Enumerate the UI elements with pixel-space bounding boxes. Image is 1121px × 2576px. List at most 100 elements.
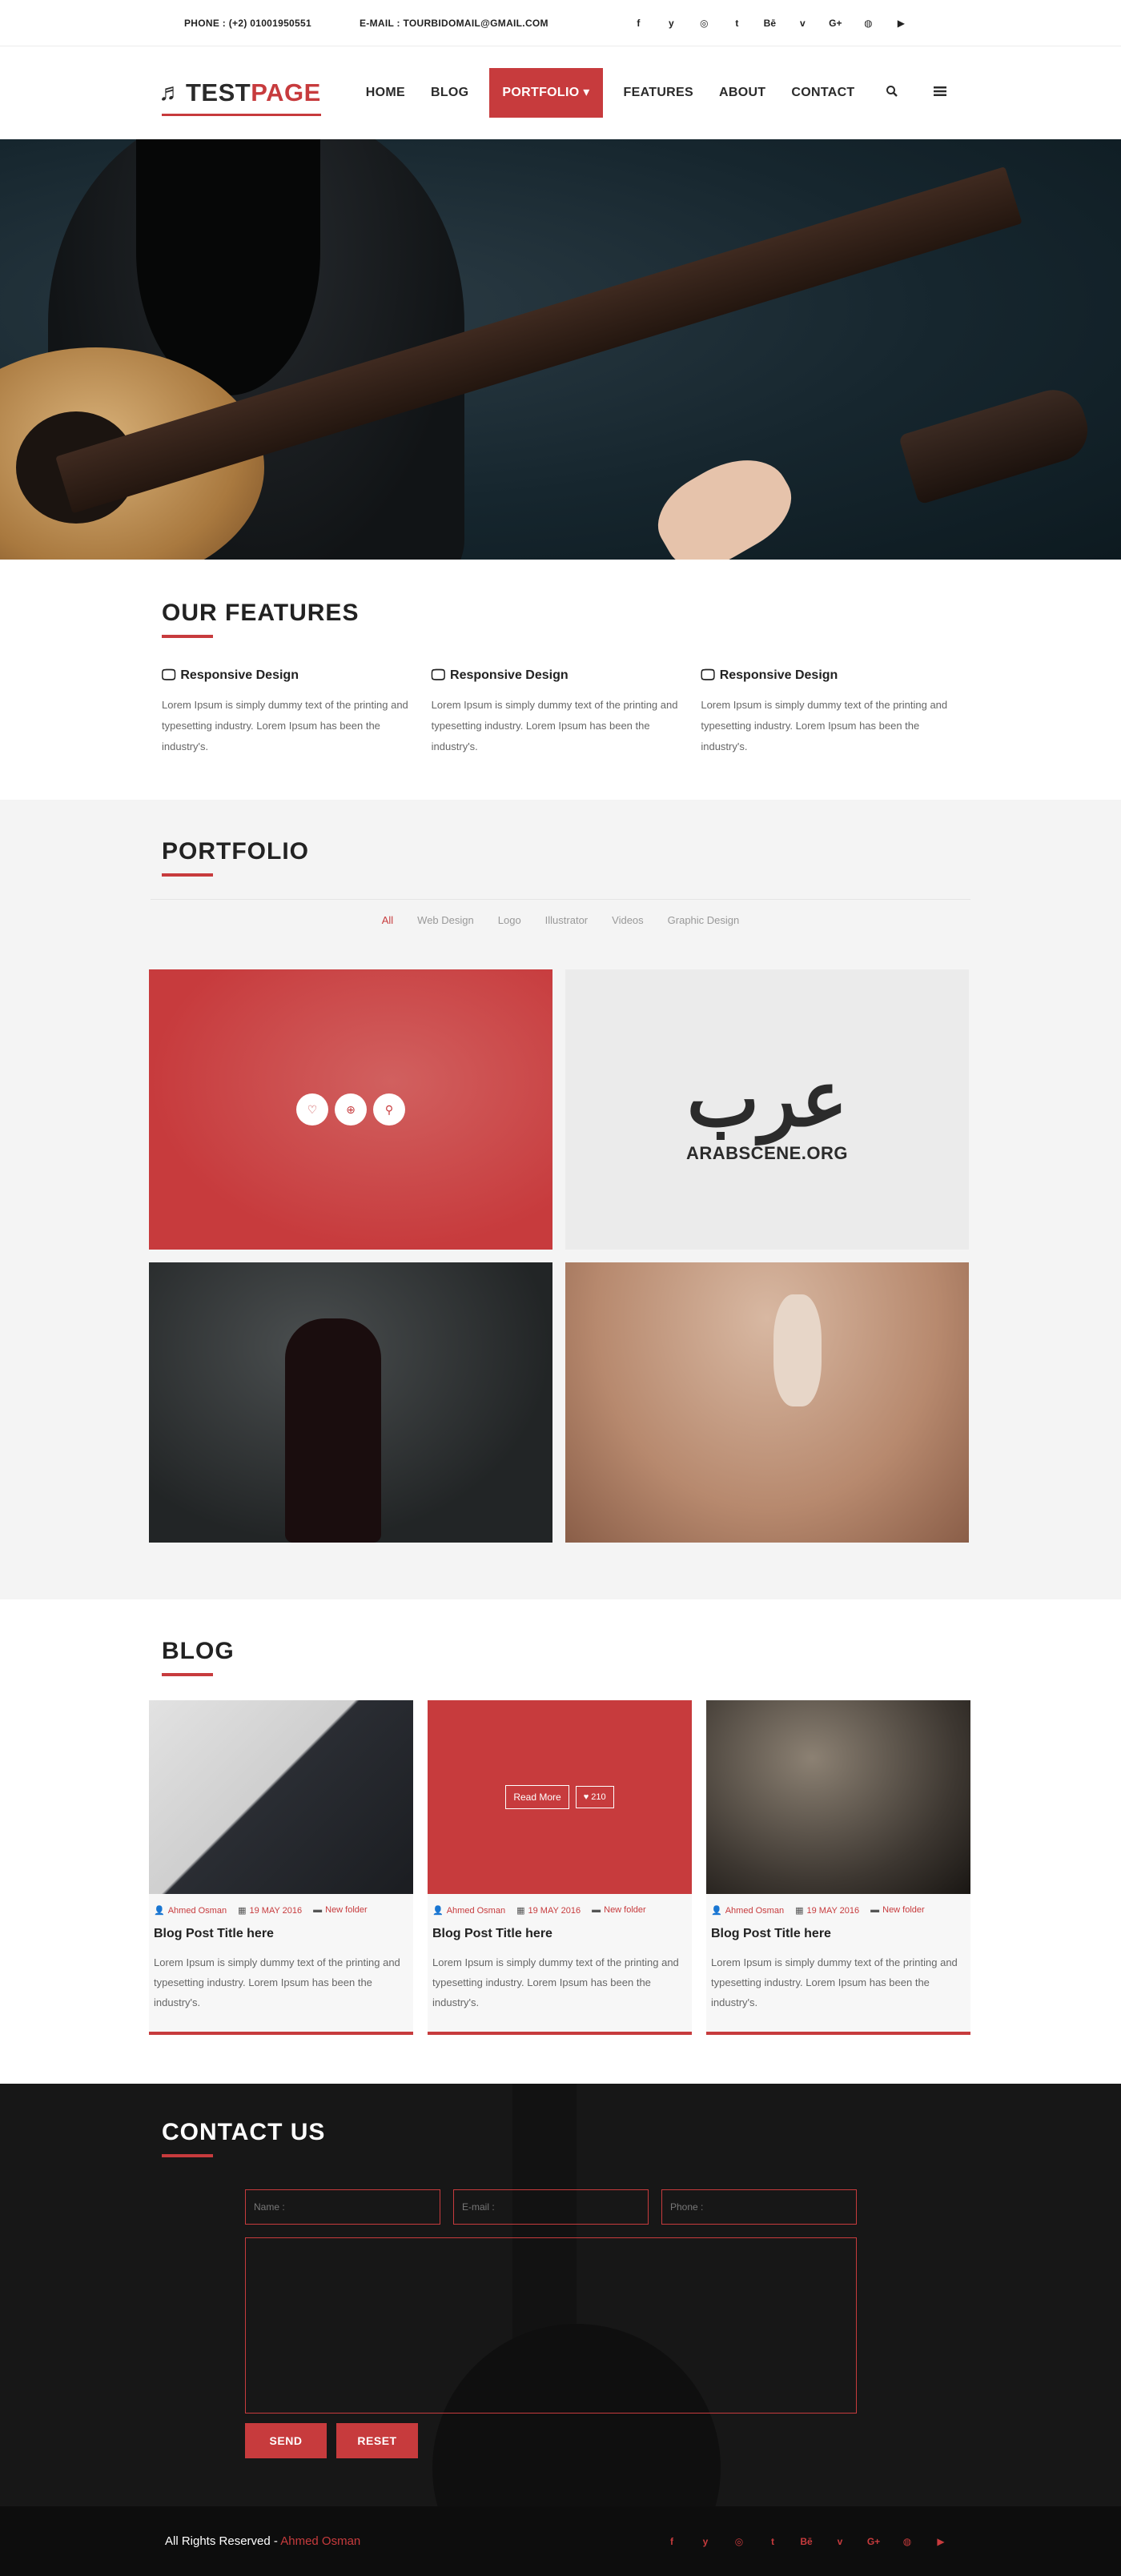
nav-about[interactable]: ABOUT: [706, 68, 778, 118]
post-excerpt: Lorem Ipsum is simply dummy text of the …: [711, 1956, 958, 2008]
likes-button[interactable]: ♥ 210: [575, 1786, 614, 1808]
features-list: 🖵 Responsive Design Lorem Ipsum is simpl…: [151, 667, 970, 757]
google-plus-icon[interactable]: G+: [819, 18, 852, 29]
copyright-text: All Rights Reserved -: [165, 2534, 281, 2548]
reset-button[interactable]: RESET: [336, 2423, 418, 2458]
portfolio-item-hover[interactable]: ♡ ⊕ ⚲: [149, 969, 552, 1250]
header: ♬ TEST PAGE HOME BLOG PORTFOLIO ▾ FEATUR…: [0, 46, 1121, 139]
portfolio-overlay-actions: ♡ ⊕ ⚲: [296, 1093, 405, 1125]
post-title[interactable]: Blog Post Title here: [428, 1916, 692, 1941]
post-thumbnail-hover[interactable]: Read More ♥ 210: [428, 1700, 692, 1894]
feature-text: Lorem Ipsum is simply dummy text of the …: [701, 699, 948, 752]
copyright: All Rights Reserved - Ahmed Osman: [165, 2534, 360, 2548]
portfolio-item-logo[interactable]: ﻋﺮﺏ ARABSCENE.ORG: [565, 969, 969, 1250]
logo-caption: ARABSCENE.ORG: [685, 1143, 849, 1163]
top-social-links: f y ◎ t Bē v G+ ◍ ▶: [622, 18, 918, 29]
feature-item: 🖵 Responsive Design Lorem Ipsum is simpl…: [162, 667, 432, 757]
twitter-icon[interactable]: y: [655, 18, 688, 29]
calligraphy-logo: ﻋﺮﺏ: [686, 1053, 848, 1144]
heart-icon[interactable]: ♡: [296, 1093, 328, 1125]
portfolio-title: PORTFOLIO: [151, 838, 970, 877]
nav-contact[interactable]: CONTACT: [778, 68, 867, 118]
facebook-icon[interactable]: f: [622, 18, 655, 29]
dribbble-icon[interactable]: ◍: [890, 2536, 924, 2547]
vimeo-icon[interactable]: v: [786, 18, 819, 29]
tumblr-icon[interactable]: t: [756, 2536, 790, 2547]
nav-home[interactable]: HOME: [353, 68, 418, 118]
blog-section: BLOG 👤 Ahmed Osman ▦ 19 MAY 2016 ▬ New fold…: [0, 1599, 1121, 2084]
music-note-icon: ♬: [159, 79, 183, 106]
email-info: E-MAIL : TOURBIDOMAIL@GMAIL.COM: [359, 18, 548, 29]
blog-title: BLOG: [151, 1638, 970, 1676]
logo-text-1: TEST: [186, 78, 251, 106]
monitor-icon: 🖵: [162, 667, 176, 683]
search-icon[interactable]: [868, 85, 916, 102]
feature-title: Responsive Design: [180, 668, 299, 682]
read-more-button[interactable]: Read More: [505, 1785, 569, 1809]
name-field[interactable]: Name :: [245, 2189, 440, 2225]
nav-portfolio[interactable]: PORTFOLIO ▾: [489, 68, 603, 118]
post-author[interactable]: Ahmed Osman: [447, 1906, 505, 1916]
post-author[interactable]: Ahmed Osman: [168, 1906, 227, 1916]
post-folder[interactable]: New folder: [882, 1905, 925, 1915]
post-folder[interactable]: New folder: [325, 1905, 368, 1915]
post-thumbnail[interactable]: [706, 1700, 970, 1894]
portfolio-item-desert[interactable]: [565, 1262, 969, 1543]
blog-post[interactable]: 👤 Ahmed Osman ▦ 19 MAY 2016 ▬ New folder Bl…: [706, 1700, 970, 2035]
monitor-icon: 🖵: [431, 667, 446, 683]
tumblr-icon[interactable]: t: [721, 18, 753, 29]
instagram-icon[interactable]: ◎: [688, 18, 721, 29]
post-date: 19 MAY 2016: [528, 1906, 581, 1916]
phone-field[interactable]: Phone :: [661, 2189, 857, 2225]
filter-illustrator[interactable]: Illustrator: [545, 914, 588, 926]
nav-blog[interactable]: BLOG: [418, 68, 481, 118]
post-author[interactable]: Ahmed Osman: [725, 1906, 784, 1916]
top-bar: PHONE : (+2) 01001950551 E-MAIL : TOURBI…: [0, 0, 1121, 46]
instagram-icon[interactable]: ◎: [722, 2536, 756, 2547]
footer: All Rights Reserved - Ahmed Osman f y ◎ …: [0, 2506, 1121, 2576]
site-logo[interactable]: ♬ TEST PAGE: [159, 73, 321, 116]
copyright-author[interactable]: Ahmed Osman: [280, 2534, 360, 2548]
post-date: 19 MAY 2016: [249, 1906, 303, 1916]
contact-section: CONTACT US Name : E-mail : Phone : SEND …: [0, 2084, 1121, 2506]
youtube-icon[interactable]: ▶: [885, 18, 918, 29]
dribbble-icon[interactable]: ◍: [852, 18, 885, 29]
youtube-icon[interactable]: ▶: [924, 2536, 958, 2547]
menu-icon[interactable]: [916, 86, 964, 101]
nav-features[interactable]: FEATURES: [611, 68, 706, 118]
twitter-icon[interactable]: y: [689, 2536, 722, 2547]
post-thumbnail[interactable]: [149, 1700, 413, 1894]
hooded-figure: [285, 1318, 381, 1543]
filter-logo[interactable]: Logo: [498, 914, 521, 926]
behance-icon[interactable]: Bē: [790, 2536, 823, 2547]
link-icon[interactable]: ⚲: [373, 1093, 405, 1125]
calendar-icon: ▦: [238, 1906, 247, 1916]
blog-post[interactable]: Read More ♥ 210 👤 Ahmed Osman ▦ 19 MAY 201…: [428, 1700, 692, 2035]
behance-icon[interactable]: Bē: [753, 18, 786, 29]
filter-graphic-design[interactable]: Graphic Design: [668, 914, 740, 926]
user-icon: 👤: [432, 1906, 444, 1916]
facebook-icon[interactable]: f: [655, 2536, 689, 2547]
send-button[interactable]: SEND: [245, 2423, 327, 2458]
calendar-icon: ▦: [795, 1906, 804, 1916]
vimeo-icon[interactable]: v: [823, 2536, 857, 2547]
post-title[interactable]: Blog Post Title here: [706, 1916, 970, 1941]
message-textarea[interactable]: [245, 2237, 857, 2413]
filter-web-design[interactable]: Web Design: [417, 914, 474, 926]
filter-all[interactable]: All: [382, 914, 393, 926]
zoom-icon[interactable]: ⊕: [335, 1093, 367, 1125]
logo-text-2: PAGE: [251, 78, 321, 106]
post-title[interactable]: Blog Post Title here: [149, 1916, 413, 1941]
email-field[interactable]: E-mail :: [453, 2189, 649, 2225]
post-folder[interactable]: New folder: [604, 1905, 646, 1915]
features-section: OUR FEATURES 🖵 Responsive Design Lorem I…: [0, 560, 1121, 800]
filter-videos[interactable]: Videos: [612, 914, 644, 926]
user-icon: 👤: [711, 1906, 722, 1916]
main-nav: HOME BLOG PORTFOLIO ▾ FEATURES ABOUT CON…: [353, 68, 964, 118]
features-title: OUR FEATURES: [151, 600, 970, 638]
portfolio-item-forest[interactable]: [149, 1262, 552, 1543]
guitar-headstock: [898, 382, 1096, 505]
feature-item: 🖵 Responsive Design Lorem Ipsum is simpl…: [432, 667, 701, 757]
blog-post[interactable]: 👤 Ahmed Osman ▦ 19 MAY 2016 ▬ New folder Bl…: [149, 1700, 413, 2035]
google-plus-icon[interactable]: G+: [857, 2536, 890, 2547]
